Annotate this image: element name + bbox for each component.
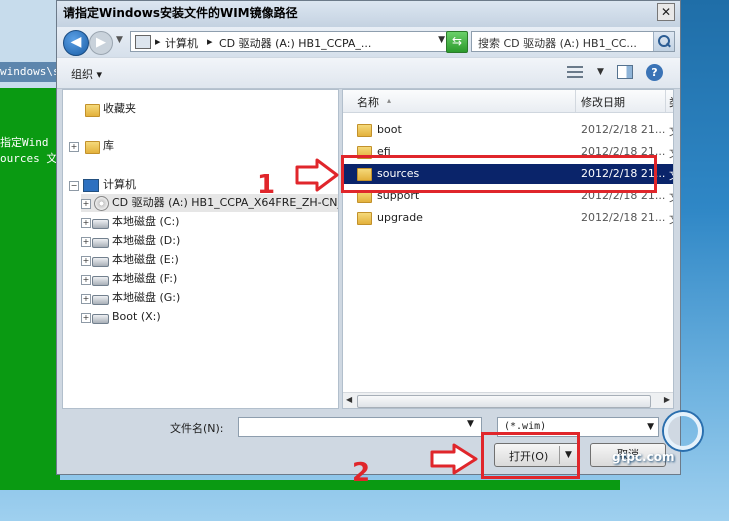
scroll-left-icon[interactable]: ◀ bbox=[346, 395, 352, 404]
navigation-bar: ◀ ▶ ▼ ▸ 计算机 ▸ CD 驱动器 (A:) HB1_CCPA_... ▼… bbox=[57, 27, 680, 57]
navigation-pane[interactable]: 收藏夹 + 库 − 计算机 + CD 驱动器 (A:) HB1_CCPA_X64… bbox=[62, 89, 339, 409]
filename-input[interactable] bbox=[238, 417, 482, 437]
nav-item-drive-x[interactable]: Boot (X:) bbox=[112, 308, 161, 326]
nav-item-drive-e[interactable]: 本地磁盘 (E:) bbox=[112, 251, 179, 269]
computer-icon bbox=[135, 35, 151, 49]
filter-value: (*.wim) bbox=[504, 421, 547, 432]
breadcrumb-cd-drive[interactable]: CD 驱动器 (A:) HB1_CCPA_... bbox=[219, 35, 371, 51]
filename-label: 文件名(N): bbox=[170, 422, 224, 435]
background-console-window: windows\sy 指定Wind ources 文 bbox=[0, 0, 60, 480]
recent-locations-dropdown[interactable]: ▼ bbox=[116, 35, 123, 45]
file-date: 2012/2/18 21... bbox=[581, 211, 666, 224]
column-divider[interactable] bbox=[665, 90, 666, 112]
filename-dropdown-icon[interactable]: ▼ bbox=[467, 419, 474, 429]
expand-drive-icon[interactable]: + bbox=[81, 313, 91, 323]
libraries-folder-icon bbox=[85, 141, 100, 154]
console-line: ources 文 bbox=[0, 152, 58, 165]
folder-icon bbox=[357, 124, 372, 137]
address-bar[interactable]: ▸ 计算机 ▸ CD 驱动器 (A:) HB1_CCPA_... ▼ bbox=[130, 31, 450, 52]
computer-icon bbox=[83, 179, 99, 192]
horizontal-scrollbar[interactable]: ◀ ▶ bbox=[343, 392, 673, 408]
file-type: 文 bbox=[669, 123, 673, 139]
file-type: 文 bbox=[669, 145, 673, 161]
sort-ascending-icon: ▴ bbox=[387, 96, 392, 105]
nav-item-drive-g[interactable]: 本地磁盘 (G:) bbox=[112, 289, 180, 307]
console-line: 指定Wind bbox=[0, 136, 49, 149]
local-disk-icon bbox=[92, 276, 109, 286]
file-type: 文 bbox=[669, 189, 673, 205]
favorites-folder-icon bbox=[85, 104, 100, 117]
file-name: upgrade bbox=[377, 211, 423, 224]
refresh-button[interactable]: ⇆ bbox=[446, 31, 468, 53]
breadcrumb-separator[interactable]: ▸ bbox=[155, 35, 161, 48]
file-name: boot bbox=[377, 123, 402, 136]
console-bottom-strip bbox=[0, 480, 620, 490]
dialog-title: 请指定Windows安装文件的WIM镜像路径 bbox=[63, 6, 298, 20]
collapse-computer-icon[interactable]: − bbox=[69, 181, 79, 191]
watermark-text: gtpc.com bbox=[612, 450, 675, 464]
console-title: windows\sy bbox=[0, 62, 60, 82]
expand-drive-icon[interactable]: + bbox=[81, 294, 91, 304]
breadcrumb-separator[interactable]: ▸ bbox=[207, 35, 213, 48]
watermark-logo bbox=[664, 412, 702, 450]
scroll-right-icon[interactable]: ▶ bbox=[664, 395, 670, 404]
nav-item-favorites[interactable]: 收藏夹 bbox=[103, 100, 136, 118]
organize-menu[interactable]: 组织 ▾ bbox=[71, 66, 102, 82]
annotation-arrow-2 bbox=[430, 443, 478, 475]
search-input[interactable]: 搜索 CD 驱动器 (A:) HB1_CC... bbox=[478, 35, 637, 51]
title-bar[interactable]: 请指定Windows安装文件的WIM镜像路径 ✕ bbox=[57, 1, 680, 27]
nav-item-libraries[interactable]: 库 bbox=[103, 137, 114, 155]
highlight-box-open bbox=[481, 432, 580, 479]
expand-drive-icon[interactable]: + bbox=[81, 256, 91, 266]
expand-drive-icon[interactable]: + bbox=[81, 199, 91, 209]
nav-item-drive-d[interactable]: 本地磁盘 (D:) bbox=[112, 232, 180, 250]
column-header-modified[interactable]: 修改日期 bbox=[581, 94, 625, 110]
column-header-type[interactable]: 类 bbox=[669, 94, 673, 110]
local-disk-icon bbox=[92, 314, 109, 324]
help-icon[interactable]: ? bbox=[646, 64, 663, 81]
nav-item-computer[interactable]: 计算机 bbox=[103, 176, 136, 194]
expand-drive-icon[interactable]: + bbox=[81, 218, 91, 228]
command-bar: 组织 ▾ ▼ ? bbox=[57, 58, 680, 89]
address-dropdown-icon[interactable]: ▼ bbox=[438, 35, 445, 45]
scrollbar-thumb[interactable] bbox=[357, 395, 651, 408]
annotation-arrow-1 bbox=[295, 158, 339, 192]
local-disk-icon bbox=[92, 295, 109, 305]
highlight-box-sources bbox=[341, 155, 657, 193]
nav-item-drive-c[interactable]: 本地磁盘 (C:) bbox=[112, 213, 179, 231]
folder-icon bbox=[357, 212, 372, 225]
open-file-dialog: 请指定Windows安装文件的WIM镜像路径 ✕ ◀ ▶ ▼ ▸ 计算机 ▸ C… bbox=[56, 0, 681, 475]
filter-dropdown-icon[interactable]: ▼ bbox=[647, 422, 654, 432]
close-button[interactable]: ✕ bbox=[657, 3, 675, 21]
breadcrumb-computer[interactable]: 计算机 bbox=[165, 35, 198, 51]
expand-libraries-icon[interactable]: + bbox=[69, 142, 79, 152]
column-header-name[interactable]: 名称 bbox=[357, 94, 379, 110]
column-header-row: 名称 ▴ 修改日期 类 bbox=[343, 90, 673, 113]
nav-item-drive-f[interactable]: 本地磁盘 (F:) bbox=[112, 270, 177, 288]
column-divider[interactable] bbox=[575, 90, 576, 112]
file-type: 文 bbox=[669, 211, 673, 227]
cd-drive-icon bbox=[94, 196, 109, 211]
search-icon[interactable] bbox=[653, 32, 674, 51]
file-row[interactable]: upgrade 2012/2/18 21... 文 bbox=[343, 208, 673, 228]
view-dropdown-icon[interactable]: ▼ bbox=[597, 67, 604, 77]
search-box[interactable]: 搜索 CD 驱动器 (A:) HB1_CC... bbox=[471, 31, 675, 52]
file-type: 文 bbox=[669, 167, 673, 183]
step-number-2: 2 bbox=[352, 458, 371, 488]
local-disk-icon bbox=[92, 238, 109, 248]
file-row[interactable]: boot 2012/2/18 21... 文 bbox=[343, 120, 673, 140]
forward-button[interactable]: ▶ bbox=[89, 31, 113, 55]
back-button[interactable]: ◀ bbox=[63, 30, 89, 56]
nav-item-cd-drive[interactable]: CD 驱动器 (A:) HB1_CCPA_X64FRE_ZH-CN_DV bbox=[112, 194, 338, 212]
preview-pane-icon[interactable] bbox=[617, 65, 633, 79]
expand-drive-icon[interactable]: + bbox=[81, 275, 91, 285]
view-options-icon[interactable] bbox=[567, 66, 583, 78]
step-number-1: 1 bbox=[257, 170, 276, 200]
local-disk-icon bbox=[92, 257, 109, 267]
console-body: 指定Wind ources 文 bbox=[0, 88, 60, 480]
expand-drive-icon[interactable]: + bbox=[81, 237, 91, 247]
file-date: 2012/2/18 21... bbox=[581, 123, 666, 136]
file-list[interactable]: 名称 ▴ 修改日期 类 boot 2012/2/18 21... 文 efi 2… bbox=[342, 89, 674, 409]
local-disk-icon bbox=[92, 219, 109, 229]
